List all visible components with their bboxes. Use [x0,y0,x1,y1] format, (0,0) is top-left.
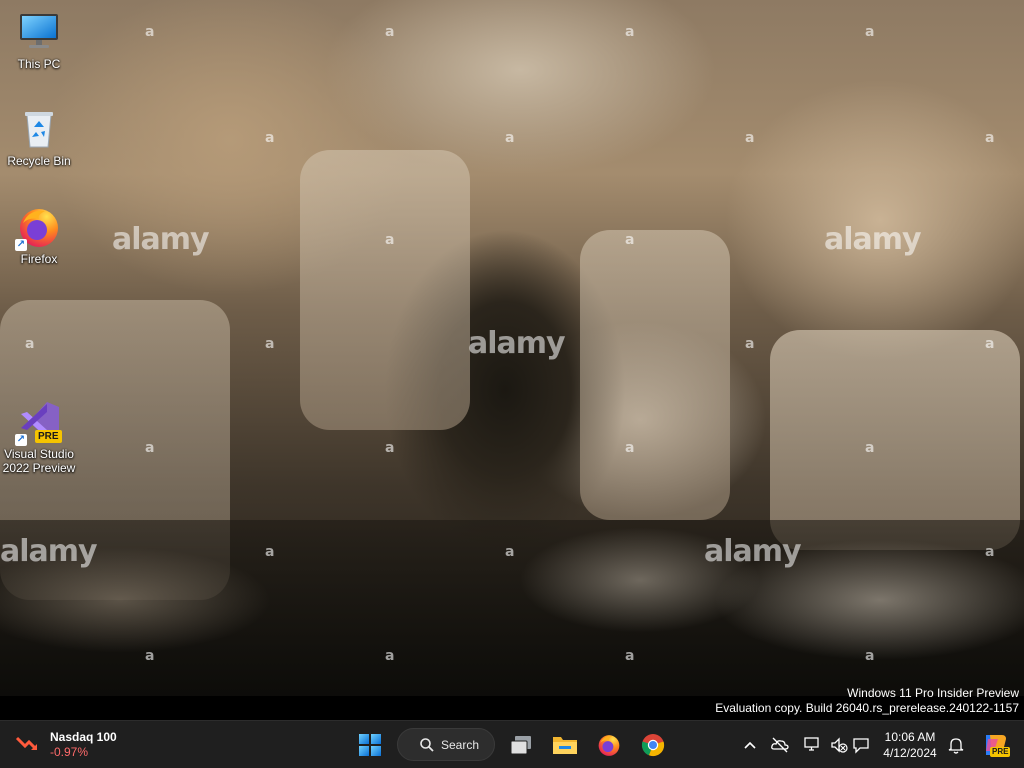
search-icon [420,737,434,752]
watermark: a [145,440,155,456]
eval-line-build: Evaluation copy. Build 26040.rs_prerelea… [715,701,1019,715]
widgets-button[interactable]: Nasdaq 100 -0.97% [14,727,124,763]
recycle-bin-icon [17,107,61,151]
widget-value: -0.97% [50,745,89,759]
cloud-off-icon [771,737,789,753]
chevron-up-icon [744,741,756,749]
desktop-icon-this-pc[interactable]: This PC [2,10,76,71]
chrome-taskbar-button[interactable] [635,727,671,763]
watermark: a [145,24,155,40]
taskbar: Nasdaq 100 -0.97% Search 10:06 AM 4/12/2… [0,720,1024,768]
firefox-icon [598,735,620,756]
desktop-icon-firefox[interactable]: ↗ Firefox [2,205,76,266]
windows-logo-icon [359,734,381,756]
watermark: a [505,130,515,146]
visual-studio-icon: PRE ↗ [15,400,62,446]
onedrive-button[interactable] [770,735,790,755]
volume-button[interactable] [829,735,849,755]
watermark: a [265,544,275,560]
desktop-icon-label: Firefox [20,252,58,266]
desktop-wallpaper: alamy alamy alamy alamy alamy a a a a a … [0,0,1024,696]
start-button[interactable] [352,727,388,763]
search-box[interactable]: Search [397,728,495,761]
watermark: a [985,544,995,560]
desktop-icon-visual-studio[interactable]: PRE ↗ Visual Studio 2022 Preview [2,400,76,475]
watermark: a [25,336,35,352]
watermark: a [265,336,275,352]
watermark: a [625,24,635,40]
watermark: a [985,336,995,352]
watermark: a [625,232,635,248]
chrome-icon [641,734,665,757]
preview-badge: PRE [35,430,62,443]
clock-date: 4/12/2024 [883,746,937,760]
file-explorer-icon [553,737,577,754]
watermark: a [865,24,875,40]
watermark: alamy [824,222,922,257]
bell-icon [948,738,964,754]
firefox-taskbar-button[interactable] [591,727,627,763]
watermark: a [625,440,635,456]
desktop-icon-label: This PC [17,57,61,71]
monitor-icon [17,10,61,54]
network-icon [804,737,819,751]
watermark: a [865,440,875,456]
desktop-icon-label: Recycle Bin [7,154,71,168]
notifications-button[interactable] [946,735,966,755]
chat-bubble-icon [853,738,869,754]
volume-mute-icon [831,737,848,753]
watermark: alamy [704,534,802,569]
watermark: a [385,232,395,248]
watermark: a [625,648,635,664]
rock-pillar [580,230,730,520]
file-explorer-button[interactable] [547,727,583,763]
copilot-pre-badge: PRE [990,747,1011,757]
copilot-button[interactable]: PRE [976,727,1012,763]
desktop-icon-recycle-bin[interactable]: Recycle Bin [2,107,76,168]
firefox-icon: ↗ [15,205,61,251]
rock-pillar [300,150,470,430]
watermark: a [385,440,395,456]
watermark: a [385,24,395,40]
show-hidden-icons-button[interactable] [740,735,760,755]
battery-button[interactable] [851,735,871,755]
eval-line-edition: Windows 11 Pro Insider Preview [847,686,1019,700]
clock-time: 10:06 AM [884,730,936,744]
watermark: a [505,544,515,560]
search-label: Search [441,737,480,752]
widget-title: Nasdaq 100 [50,730,117,744]
stock-down-icon [15,736,38,751]
watermark: a [745,130,755,146]
shortcut-arrow-icon: ↗ [15,239,27,251]
evaluation-watermark: Windows 11 Pro Insider Preview Evaluatio… [715,686,1019,716]
shortcut-arrow-icon: ↗ [15,434,27,446]
watermark: alamy [468,326,566,361]
watermark: a [385,648,395,664]
watermark: alamy [112,222,210,257]
watermark: a [985,130,995,146]
network-button[interactable] [803,735,823,755]
watermark: alamy [0,534,98,569]
rock-pillar [770,330,1020,550]
watermark: a [145,648,155,664]
watermark: a [865,648,875,664]
clock-button[interactable]: 10:06 AM 4/12/2024 [874,729,946,761]
watermark: a [745,336,755,352]
task-view-icon [510,736,531,755]
watermark: a [265,130,275,146]
desktop-icon-label: Visual Studio 2022 Preview [2,447,76,475]
task-view-button[interactable] [503,727,539,763]
